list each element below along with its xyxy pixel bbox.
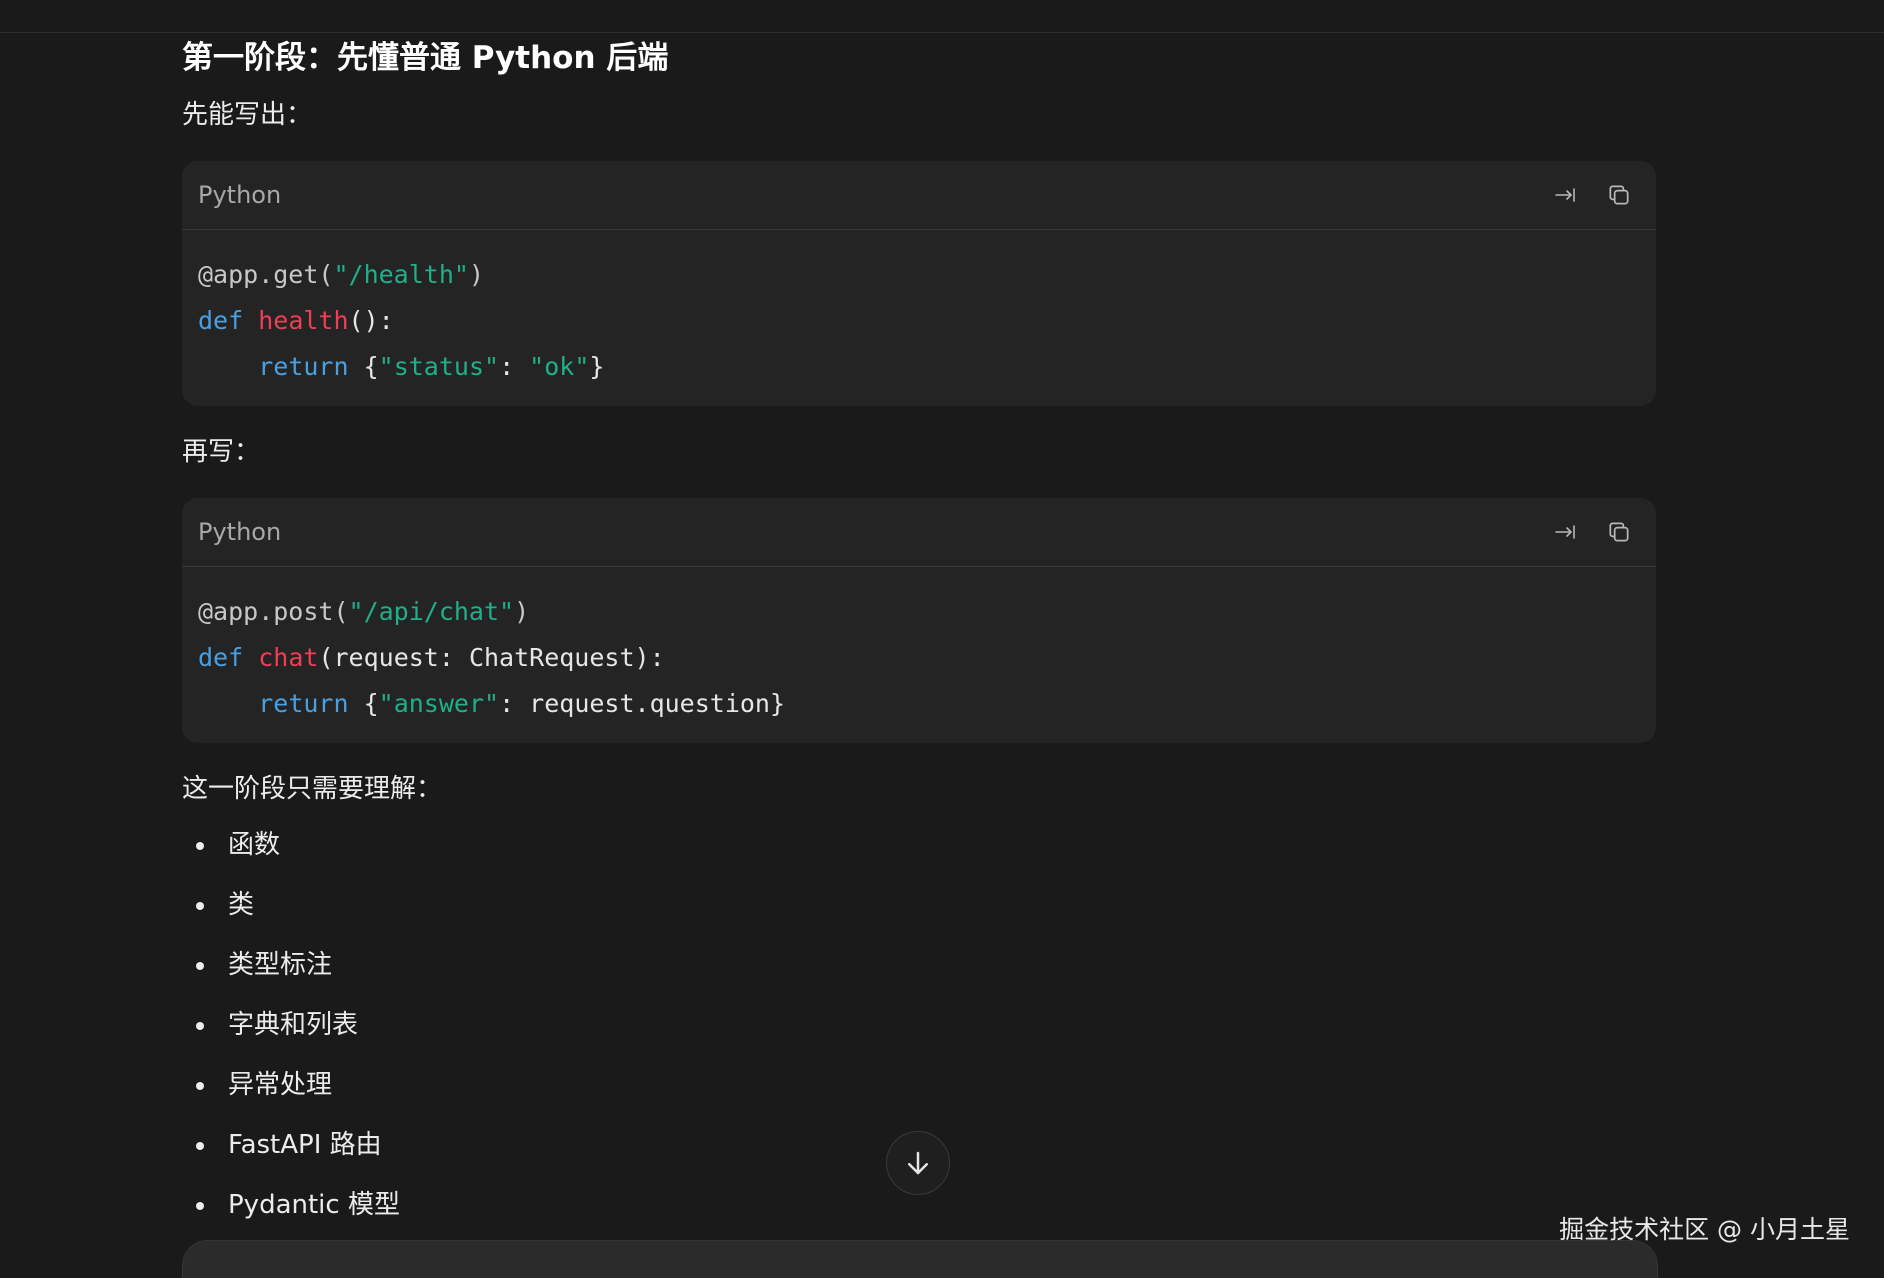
code-block-header: Python — [182, 161, 1656, 230]
intro-text: 先能写出： — [182, 100, 313, 130]
code-token: def — [198, 306, 244, 335]
message-input-area[interactable] — [182, 1240, 1658, 1278]
code-token: "status" — [378, 352, 500, 381]
code-actions — [1550, 517, 1640, 547]
code-token: (request: ChatRequest): — [318, 643, 665, 672]
code-line: def health(): — [198, 298, 1640, 344]
code-token: "/health" — [333, 260, 469, 289]
section-heading: 第一阶段：先懂普通 Python 后端 — [182, 40, 669, 76]
code-block-header: Python — [182, 498, 1656, 567]
code-token: : — [499, 352, 530, 381]
code-token: "/api/chat" — [348, 597, 515, 626]
code-block-health: Python @app.get("/health") def health():… — [182, 161, 1656, 406]
code-line: def chat(request: ChatRequest): — [198, 635, 1640, 681]
wrap-lines-icon[interactable] — [1550, 180, 1580, 210]
code-token: "answer" — [378, 689, 500, 718]
code-language-label: Python — [198, 181, 282, 209]
code-token: ) — [468, 260, 484, 289]
code-token: chat — [258, 643, 319, 672]
list-item: 类型标注 — [182, 935, 1656, 995]
code-body: @app.get("/health") def health(): return … — [182, 230, 1656, 406]
list-item: 字典和列表 — [182, 995, 1656, 1055]
code-token: return — [258, 352, 349, 381]
understand-text: 这一阶段只需要理解： — [182, 774, 443, 804]
code-token: } — [589, 352, 605, 381]
code-token: def — [198, 643, 244, 672]
code-language-label: Python — [198, 518, 282, 546]
code-line: @app.get("/health") — [198, 252, 1640, 298]
code-token: : request.question} — [499, 689, 786, 718]
code-token: @app.get( — [198, 260, 334, 289]
code-token: { — [348, 352, 379, 381]
wrap-lines-icon[interactable] — [1550, 517, 1580, 547]
code-token: ) — [514, 597, 530, 626]
code-line: return {"status": "ok"} — [198, 344, 1640, 390]
list-item: 函数 — [182, 815, 1656, 875]
list-item: 类 — [182, 875, 1656, 935]
copy-icon[interactable] — [1604, 517, 1634, 547]
code-token: { — [348, 689, 379, 718]
arrow-down-icon — [908, 1151, 928, 1175]
copy-icon[interactable] — [1604, 180, 1634, 210]
chat-viewport: 第一阶段：先懂普通 Python 后端 先能写出： Python @app.ge… — [0, 0, 1884, 1278]
watermark-text: 掘金技术社区 @ 小月土星 — [1559, 1215, 1850, 1244]
assistant-message: 第一阶段：先懂普通 Python 后端 先能写出： Python @app.ge… — [182, 33, 1656, 1235]
scroll-to-bottom-button[interactable] — [886, 1131, 950, 1195]
code-token: (): — [348, 306, 394, 335]
code-block-chat: Python @app.post("/api/chat") def chat(r… — [182, 498, 1656, 743]
code-token: health — [258, 306, 349, 335]
code-body: @app.post("/api/chat") def chat(request: … — [182, 567, 1656, 743]
list-item: 异常处理 — [182, 1055, 1656, 1115]
code-token: @app.post( — [198, 597, 349, 626]
code-token: return — [258, 689, 349, 718]
top-bar — [0, 0, 1884, 33]
code-token: "ok" — [529, 352, 590, 381]
second-text: 再写： — [182, 437, 261, 467]
code-line: return {"answer": request.question} — [198, 681, 1640, 727]
code-line: @app.post("/api/chat") — [198, 589, 1640, 635]
code-actions — [1550, 180, 1640, 210]
